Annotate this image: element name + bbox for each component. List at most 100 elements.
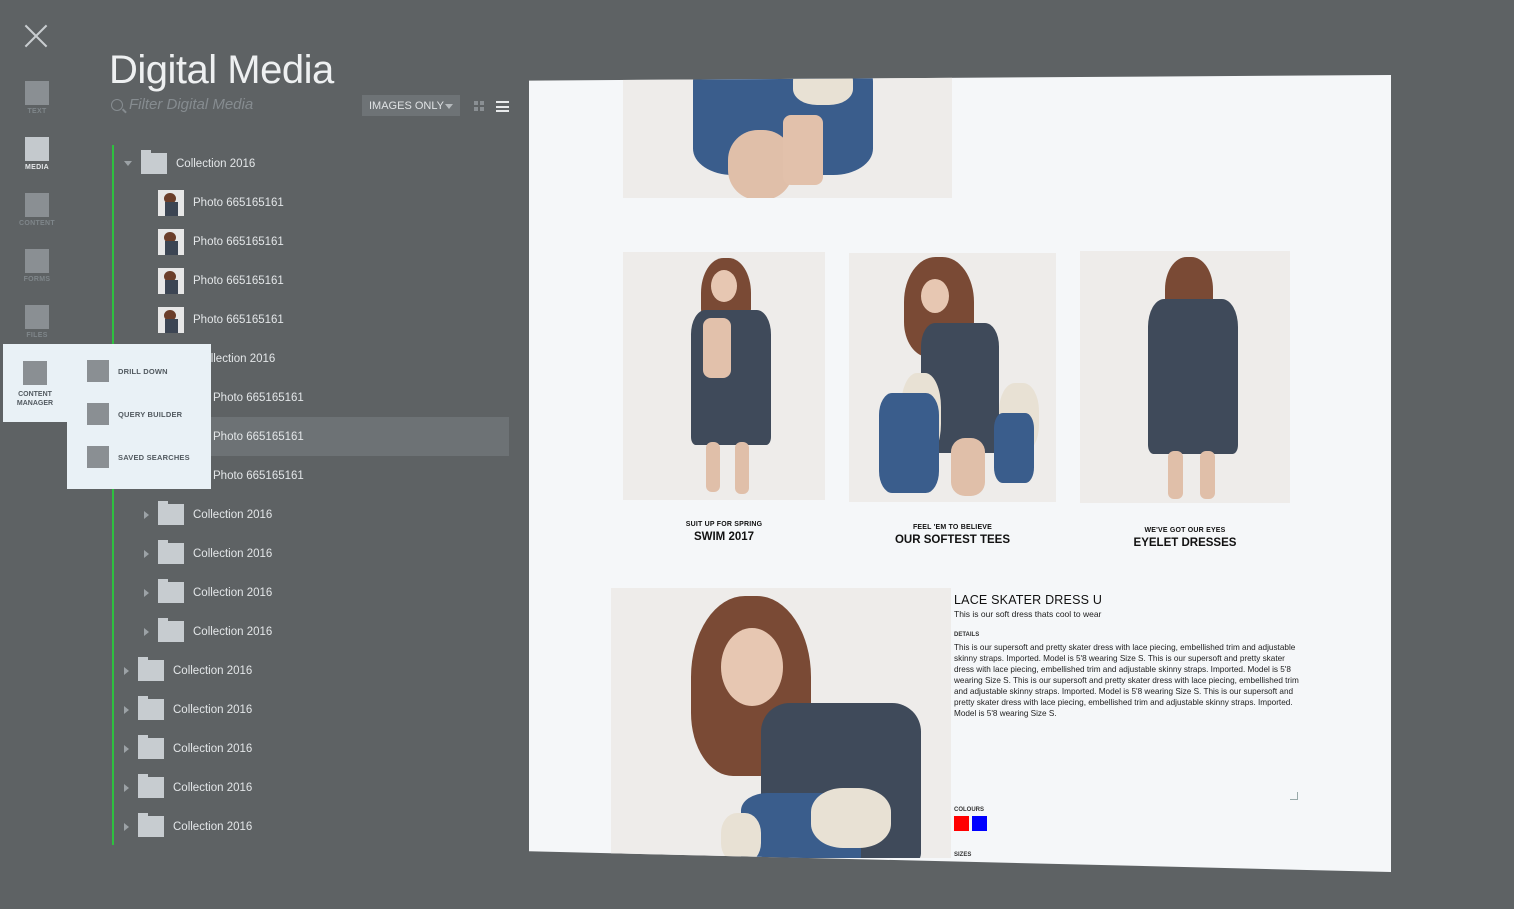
media-type-select[interactable]: IMAGES ONLY: [362, 95, 460, 116]
tree-row-label: Collection 2016: [176, 157, 256, 170]
gallery-photo[interactable]: [849, 253, 1056, 502]
content-icon: [25, 193, 49, 217]
rail-item-forms[interactable]: FORMS: [8, 249, 66, 283]
caption-title[interactable]: OUR SOFTEST TEES: [849, 534, 1056, 546]
sizes-label: SIZES: [954, 852, 972, 858]
product-subtitle: This is our soft dress thats cool to wea…: [954, 609, 1102, 619]
rail-item-label: FORMS: [23, 276, 51, 283]
menu-item-label: DRILL DOWN: [118, 366, 168, 376]
tree-photo-row[interactable]: Photo 665165161: [114, 300, 509, 339]
tree-folder-row[interactable]: Collection 2016: [114, 807, 509, 846]
chevron-right-icon[interactable]: [124, 822, 129, 831]
chevron-right-icon[interactable]: [144, 627, 149, 636]
tree-photo-row[interactable]: Photo 665165161: [114, 222, 509, 261]
chevron-down-icon: [445, 104, 453, 109]
caption-eyebrow: FEEL 'EM TO BELIEVE: [912, 524, 993, 531]
chevron-down-icon[interactable]: [124, 161, 132, 166]
gallery-photo[interactable]: [1080, 251, 1290, 503]
chevron-right-icon[interactable]: [144, 588, 149, 597]
close-icon[interactable]: [24, 24, 48, 48]
text-icon: [25, 81, 49, 105]
chevron-right-icon[interactable]: [144, 549, 149, 558]
tree-row-label: Photo 665165161: [193, 274, 284, 287]
content-manager-label-line1: CONTENT: [18, 391, 52, 398]
tree-folder-row[interactable]: Collection 2016: [114, 534, 509, 573]
rail-item-text[interactable]: TEXT: [8, 81, 66, 115]
folder-icon: [158, 618, 184, 642]
caption-eyebrow: WE'VE GOT OUR EYES: [1144, 527, 1226, 534]
menu-item-label: QUERY BUILDER: [118, 409, 183, 419]
caption-title[interactable]: SWIM 2017: [623, 531, 825, 543]
saved-searches-icon: [87, 446, 109, 468]
hero-photo[interactable]: [623, 75, 952, 198]
list-view-icon[interactable]: [496, 101, 509, 112]
tree-row-label: Photo 665165161: [213, 469, 304, 482]
tree-folder-row[interactable]: Collection 2016: [114, 144, 509, 183]
details-label: DETAILS: [954, 632, 980, 638]
menu-item-query-builder[interactable]: QUERY BUILDER: [87, 403, 182, 425]
chevron-right-icon[interactable]: [124, 744, 129, 753]
product-title[interactable]: LACE SKATER DRESS U: [954, 593, 1299, 607]
chevron-right-icon[interactable]: [124, 783, 129, 792]
forms-icon: [25, 249, 49, 273]
tree-folder-row[interactable]: Collection 2016: [114, 495, 509, 534]
chevron-right-icon[interactable]: [124, 705, 129, 714]
content-manager-icon: [23, 361, 47, 385]
chevron-right-icon[interactable]: [144, 510, 149, 519]
folder-icon: [158, 501, 184, 525]
photo-thumbnail: [158, 267, 184, 294]
tree-folder-row[interactable]: Collection 2016: [114, 768, 509, 807]
rail-item-label: FILES: [26, 332, 48, 339]
colour-swatch-red[interactable]: [954, 816, 969, 831]
product-description[interactable]: This is our supersoft and pretty skater …: [954, 642, 1299, 719]
content-manager-label: CONTENT MANAGER: [3, 390, 67, 408]
folder-icon: [138, 774, 164, 798]
folder-icon: [138, 696, 164, 720]
gallery-photo[interactable]: [623, 252, 825, 500]
colour-swatch-blue[interactable]: [972, 816, 987, 831]
photo-thumbnail: [158, 228, 184, 255]
tree-row-label: Photo 665165161: [213, 391, 304, 404]
rail-item-content-manager[interactable]: CONTENT MANAGER: [3, 344, 67, 422]
tree-row-label: Collection 2016: [173, 781, 253, 794]
tree-row-label: Collection 2016: [193, 547, 273, 560]
gallery-caption: FEEL 'EM TO BELIEVE OUR SOFTEST TEES: [849, 524, 1056, 546]
colours-label: COLOURS: [954, 807, 984, 813]
rail-item-media[interactable]: MEDIA: [8, 137, 66, 171]
grid-view-icon[interactable]: [474, 101, 484, 111]
query-builder-icon: [87, 403, 109, 425]
caption-title[interactable]: EYELET DRESSES: [1080, 537, 1290, 549]
folder-icon: [158, 540, 184, 564]
filter-input[interactable]: Filter Digital Media: [111, 96, 253, 113]
drill-down-icon: [87, 360, 109, 382]
product-details: LACE SKATER DRESS U This is our soft dre…: [954, 593, 1299, 719]
tree-folder-row[interactable]: Collection 2016: [114, 573, 509, 612]
tree-folder-row[interactable]: Collection 2016: [114, 612, 509, 651]
tree-row-label: Photo 665165161: [213, 430, 304, 443]
tree-row-label: Collection 2016: [173, 664, 253, 677]
rail-item-content[interactable]: CONTENT: [8, 193, 66, 227]
menu-item-label: SAVED SEARCHES: [118, 452, 190, 462]
search-icon: [111, 98, 123, 111]
rail-item-files[interactable]: FILES: [8, 305, 66, 339]
tree-row-label: Collection 2016: [193, 586, 273, 599]
photo-thumbnail: [158, 189, 184, 216]
media-icon: [25, 137, 49, 161]
menu-item-drill-down[interactable]: DRILL DOWN: [87, 360, 168, 382]
product-photo[interactable]: [611, 588, 951, 858]
colour-picker: COLOURS: [954, 807, 990, 836]
menu-item-saved-searches[interactable]: SAVED SEARCHES: [87, 446, 190, 468]
tree-folder-row[interactable]: Collection 2016: [114, 729, 509, 768]
chevron-right-icon[interactable]: [124, 666, 129, 675]
gallery-caption: SUIT UP FOR SPRING SWIM 2017: [623, 521, 825, 543]
tree-folder-row[interactable]: Collection 2016: [114, 651, 509, 690]
tree-photo-row[interactable]: Photo 665165161: [114, 261, 509, 300]
size-picker: SIZES: [954, 852, 971, 858]
page-title: Digital Media: [109, 48, 334, 92]
tree-photo-row[interactable]: Photo 665165161: [114, 183, 509, 222]
tree-row-label: Collection 2016: [173, 742, 253, 755]
caption-eyebrow: SUIT UP FOR SPRING: [685, 521, 763, 528]
resize-handle-icon[interactable]: [1290, 792, 1298, 800]
tree-folder-row[interactable]: Collection 2016: [114, 690, 509, 729]
content-manager-label-line2: MANAGER: [16, 400, 54, 407]
